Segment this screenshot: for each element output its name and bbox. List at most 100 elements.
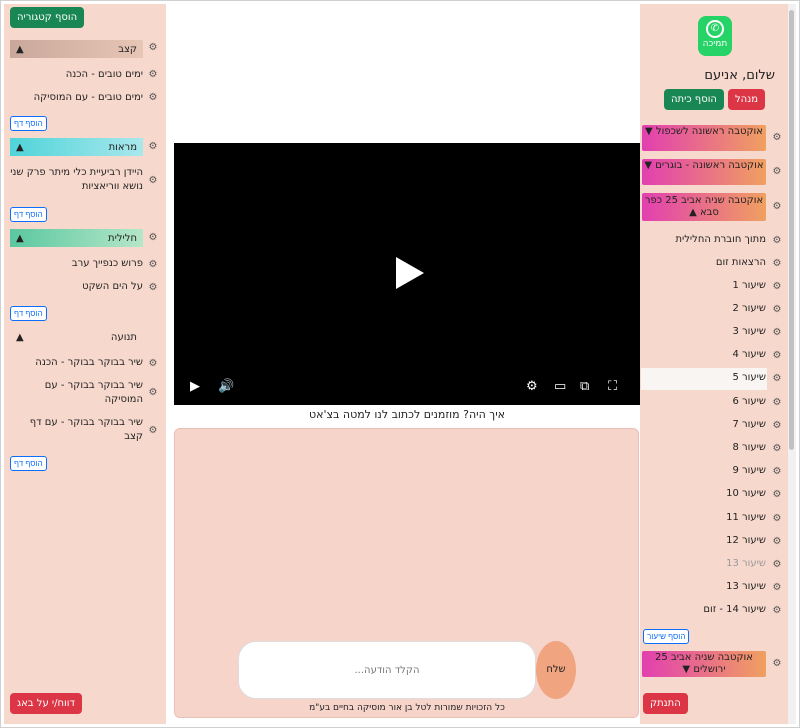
category-bar-chalilit[interactable]: חלילית ▲ (10, 229, 143, 247)
gear-icon[interactable]: ⚙ (772, 259, 782, 269)
add-lesson-button[interactable]: הוסף שיעור (643, 629, 690, 644)
gear-icon[interactable]: ⚙ (772, 560, 782, 570)
whatsapp-support-button[interactable]: ✆ תמיכה (698, 16, 732, 56)
category-name: קצב (118, 43, 137, 55)
gear-icon[interactable]: ⚙ (772, 583, 782, 593)
scrollbar[interactable] (788, 4, 796, 724)
gear-icon[interactable]: ⚙ (148, 70, 158, 80)
gear-icon[interactable]: ⚙ (772, 133, 782, 143)
lesson-item[interactable]: שיעור 5 (646, 372, 766, 383)
gear-icon[interactable]: ⚙ (148, 233, 158, 243)
add-page-button[interactable]: הוסף דף (10, 116, 47, 131)
gear-icon[interactable]: ⚙ (148, 388, 158, 398)
send-button[interactable]: שלח (536, 641, 576, 699)
fullscreen-icon[interactable]: ⛶ (608, 380, 617, 394)
picture-in-picture-icon[interactable]: ⧉ (580, 380, 589, 394)
feedback-prompt: איך היה? מוזמנים לכתוב לנו למטה בצ'אט (308, 408, 506, 421)
logout-button[interactable]: התנתק (643, 693, 688, 714)
lesson-item[interactable]: שיעור 12 (646, 535, 766, 546)
class-name: אוקטבה ראשונה לשכפול (655, 126, 763, 137)
volume-icon[interactable]: 🔊 (218, 380, 234, 394)
category-name: חלילית (108, 232, 137, 244)
lesson-item[interactable]: שיעור 7 (646, 419, 766, 430)
lesson-item[interactable]: מתוך חוברת החלילית (646, 234, 766, 245)
lesson-item[interactable]: שיעור 2 (646, 303, 766, 314)
chevron-up-icon: ▲ (16, 43, 24, 55)
report-bug-button[interactable]: דווח/י על באג (10, 693, 82, 714)
add-page-button[interactable]: הוסף דף (10, 306, 47, 321)
greeting: שלום, אניעם (704, 68, 775, 83)
category-bar-qetzev[interactable]: קצב ▲ (10, 40, 143, 58)
lesson-item[interactable]: שיעור 11 (646, 512, 766, 523)
gear-icon[interactable]: ⚙ (772, 444, 782, 454)
gear-icon[interactable]: ⚙ (148, 426, 158, 436)
gear-icon[interactable]: ⚙ (772, 167, 782, 177)
right-sidebar (640, 4, 788, 724)
lesson-item[interactable]: שיעור 13 (646, 581, 766, 592)
lesson-item[interactable]: שיעור 10 (646, 488, 766, 499)
page-item[interactable]: שיר בבוקר בבוקר - עם המוסיקה (10, 379, 143, 407)
gear-icon[interactable]: ⚙ (772, 467, 782, 477)
lesson-item[interactable]: שיעור 6 (646, 396, 766, 407)
gear-icon[interactable]: ⚙ (772, 328, 782, 338)
gear-icon[interactable]: ⚙ (148, 359, 158, 369)
admin-button[interactable]: מנהל (728, 89, 766, 110)
page-item[interactable]: שיר בבוקר בבוקר - עם דף קצב (10, 416, 143, 444)
gear-icon[interactable]: ⚙ (772, 421, 782, 431)
chevron-up-icon: ▲ (16, 232, 24, 244)
category-bar-marot[interactable]: מראות ▲ (10, 138, 143, 156)
gear-icon[interactable]: ⚙ (148, 283, 158, 293)
play-small-icon[interactable]: ▶ (190, 380, 200, 394)
gear-icon[interactable]: ⚙ (772, 202, 782, 212)
lesson-item[interactable]: שיעור 1 (646, 280, 766, 291)
play-icon[interactable] (396, 257, 424, 289)
add-page-button[interactable]: הוסף דף (10, 456, 47, 471)
airplay-icon[interactable]: ▭ (554, 380, 566, 394)
gear-icon[interactable]: ⚙ (772, 490, 782, 500)
lesson-item[interactable]: שיעור 13 (646, 558, 766, 569)
category-bar-tnua[interactable]: תנועה ▲ (10, 328, 143, 346)
page-item[interactable]: שיר בבוקר בבוקר - הכנה (10, 356, 143, 370)
message-input[interactable]: הקלד הודעה... (238, 641, 536, 699)
add-class-button[interactable]: הוסף כיתה (664, 89, 724, 110)
gear-icon[interactable]: ⚙ (772, 282, 782, 292)
settings-icon[interactable]: ⚙ (526, 380, 538, 394)
scrollbar-thumb[interactable] (789, 10, 794, 450)
lesson-item[interactable]: שיעור 8 (646, 442, 766, 453)
add-page-button[interactable]: הוסף דף (10, 207, 47, 222)
gear-icon[interactable]: ⚙ (772, 537, 782, 547)
gear-icon[interactable]: ⚙ (772, 236, 782, 246)
class-bar[interactable]: אוקטבה ראשונה לשכפול ▼ (642, 125, 766, 151)
page-item[interactable]: ימים טובים - עם המוסיקה (10, 91, 143, 105)
add-category-button[interactable]: הוסף קטגוריה (10, 7, 85, 28)
lesson-item[interactable]: שיעור 9 (646, 465, 766, 476)
class-name: אוקטבה ראשונה - בוגרים (655, 160, 764, 171)
gear-icon[interactable]: ⚙ (148, 176, 158, 186)
gear-icon[interactable]: ⚙ (148, 93, 158, 103)
lesson-item[interactable]: הרצאות זום (646, 257, 766, 268)
gear-icon[interactable]: ⚙ (772, 514, 782, 524)
class-bar[interactable]: אוקטבה שניה אביב 25 ירושלים ▼ (642, 651, 766, 677)
lesson-item[interactable]: שיעור 3 (646, 326, 766, 337)
page-item[interactable]: על הים השקט (10, 280, 143, 294)
lesson-item[interactable]: שיעור 4 (646, 349, 766, 360)
gear-icon[interactable]: ⚙ (772, 305, 782, 315)
page-item[interactable]: ימים טובים - הכנה (10, 68, 143, 82)
gear-icon[interactable]: ⚙ (772, 398, 782, 408)
video-player[interactable]: ▶ 🔊 ⚙ ▭ ⧉ ⛶ (174, 143, 640, 405)
class-bar[interactable]: אוקטבה שניה אביב 25 כפר סבא ▲ (642, 193, 766, 221)
support-label: תמיכה (702, 39, 728, 49)
gear-icon[interactable]: ⚙ (148, 142, 158, 152)
page-item[interactable]: פרוש כנפייך ערב (10, 257, 143, 271)
gear-icon[interactable]: ⚙ (772, 606, 782, 616)
class-bar[interactable]: אוקטבה ראשונה - בוגרים ▼ (642, 159, 766, 185)
lesson-item[interactable]: שיעור 14 - זום (646, 604, 766, 615)
gear-icon[interactable]: ⚙ (772, 374, 782, 384)
gear-icon[interactable]: ⚙ (148, 260, 158, 270)
chevron-down-icon: ▼ (645, 126, 653, 137)
page-item[interactable]: היידן רביעיית כלי מיתר פרק שני נושא וורי… (10, 166, 143, 194)
chevron-down-icon: ▼ (682, 664, 691, 675)
gear-icon[interactable]: ⚙ (148, 43, 158, 53)
gear-icon[interactable]: ⚙ (772, 351, 782, 361)
gear-icon[interactable]: ⚙ (772, 659, 782, 669)
